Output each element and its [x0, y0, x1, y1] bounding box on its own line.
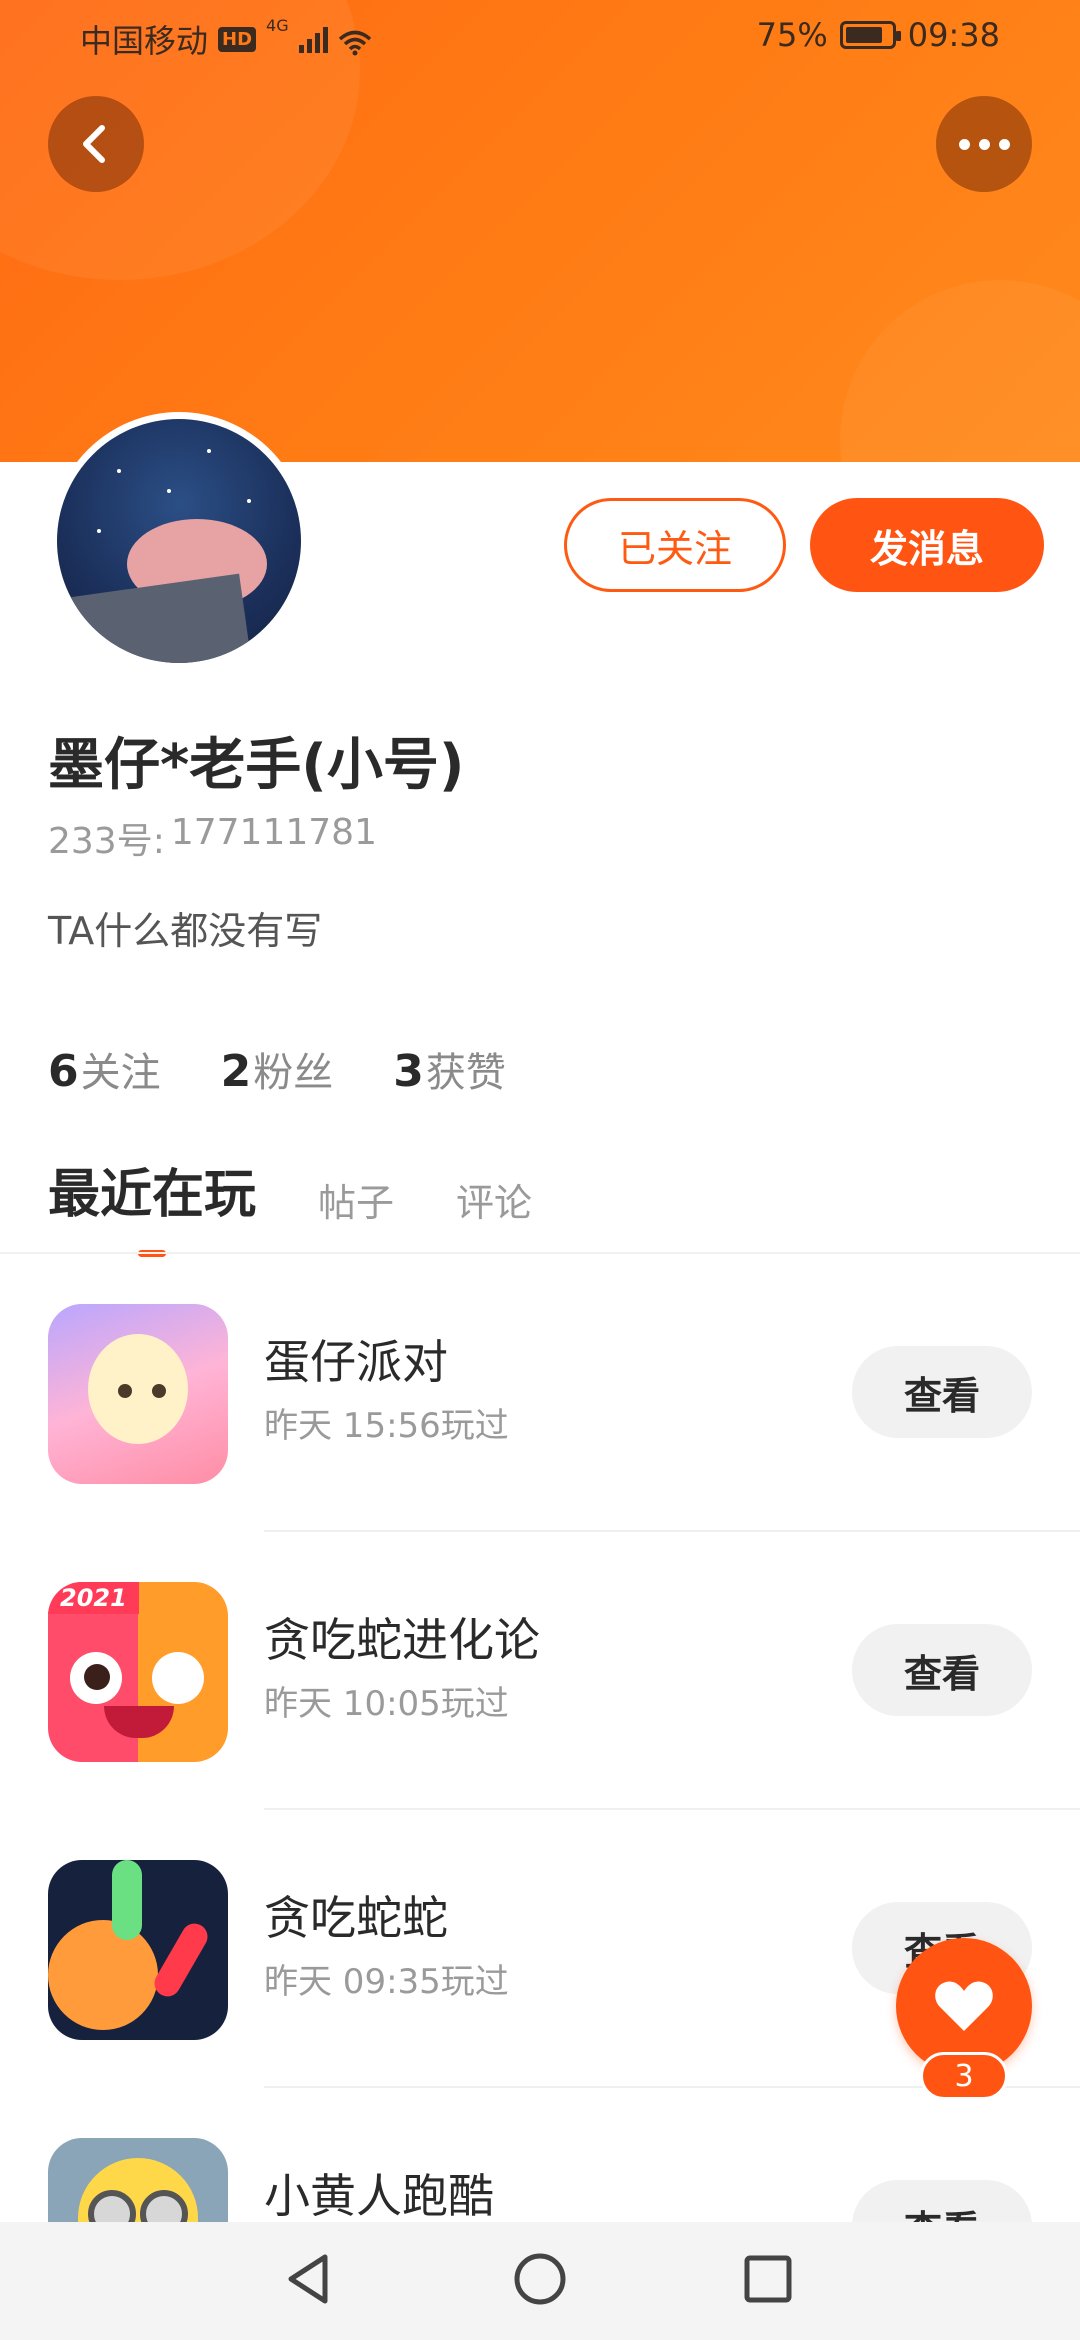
nav-back-button[interactable] — [268, 2244, 348, 2314]
signal-icon — [298, 25, 328, 53]
stat-followers[interactable]: 2 粉丝 — [221, 1040, 334, 1098]
game-icon: 2021 — [48, 1582, 228, 1762]
more-dots-icon — [958, 138, 1010, 150]
tab-recently-played[interactable]: 最近在玩 — [48, 1152, 256, 1257]
game-last-played: 昨天 09:35玩过 — [264, 1962, 509, 2002]
tab-comments[interactable]: 评论 — [456, 1172, 532, 1257]
user-id: 233号: 177111781 — [48, 812, 377, 864]
back-button[interactable] — [48, 96, 144, 192]
triangle-back-icon — [288, 2254, 328, 2304]
game-last-played: 昨天 15:56玩过 — [264, 1406, 509, 1446]
user-id-value: 177111781 — [170, 812, 377, 853]
stat-label: 获赞 — [425, 1050, 506, 1096]
game-name: 蛋仔派对 — [264, 1335, 448, 1389]
hd-badge: HD — [218, 26, 257, 52]
stat-following[interactable]: 6 关注 — [48, 1040, 161, 1098]
avatar[interactable] — [50, 412, 308, 670]
chevron-left-icon — [83, 125, 105, 163]
circle-home-icon — [514, 2253, 566, 2305]
wifi-icon — [338, 26, 372, 56]
game-icon — [48, 1304, 228, 1484]
heart-icon — [935, 1981, 993, 2031]
like-count-badge: 3 — [920, 2052, 1008, 2100]
banner-decoration — [840, 280, 1080, 462]
stat-label: 关注 — [80, 1050, 161, 1096]
game-icon — [48, 1860, 228, 2040]
profile-tabs: 最近在玩 帖子 评论 — [48, 1152, 532, 1257]
list-item[interactable]: 2021 贪吃蛇进化论 昨天 10:05玩过 查看 — [0, 1532, 1080, 1810]
more-options-button[interactable] — [936, 96, 1032, 192]
network-label: 4G — [266, 16, 289, 35]
avatar-image — [57, 419, 301, 663]
nav-recents-button[interactable] — [728, 2244, 808, 2314]
view-button[interactable]: 查看 — [852, 1624, 1032, 1716]
nav-home-button[interactable] — [500, 2244, 580, 2314]
profile-stats: 6 关注 2 粉丝 3 获赞 — [48, 1040, 506, 1098]
clock: 09:38 — [907, 16, 1000, 54]
battery-percent: 75% — [756, 16, 828, 54]
game-icon-tag: 2021 — [48, 1582, 139, 1614]
game-name: 小黄人跑酷 — [264, 2169, 494, 2223]
profile-banner: 中国移动 HD 4G 75% 09:38 — [0, 0, 1080, 462]
stat-likes[interactable]: 3 获赞 — [393, 1040, 506, 1098]
carrier-label: 中国移动 — [80, 22, 209, 60]
tab-posts[interactable]: 帖子 — [318, 1172, 394, 1257]
system-nav-bar — [0, 2222, 1080, 2340]
battery-icon — [839, 21, 901, 49]
stat-label: 粉丝 — [253, 1050, 334, 1096]
send-message-button[interactable]: 发消息 — [810, 498, 1044, 592]
game-name: 贪吃蛇蛇 — [264, 1891, 448, 1945]
view-button[interactable]: 查看 — [852, 1346, 1032, 1438]
game-last-played: 昨天 10:05玩过 — [264, 1684, 509, 1724]
user-bio: TA什么都没有写 — [48, 909, 323, 953]
stat-number: 6 — [48, 1046, 79, 1097]
square-recents-icon — [744, 2255, 792, 2303]
status-bar: 中国移动 HD 4G 75% 09:38 — [0, 0, 1080, 72]
game-name: 贪吃蛇进化论 — [264, 1613, 540, 1667]
stat-number: 3 — [393, 1046, 424, 1097]
user-id-label: 233号: — [48, 821, 165, 862]
followed-button[interactable]: 已关注 — [564, 498, 786, 592]
stat-number: 2 — [220, 1046, 252, 1097]
list-item[interactable]: 蛋仔派对 昨天 15:56玩过 查看 — [0, 1254, 1080, 1532]
username: 墨仔*老手(小号) — [48, 733, 465, 798]
